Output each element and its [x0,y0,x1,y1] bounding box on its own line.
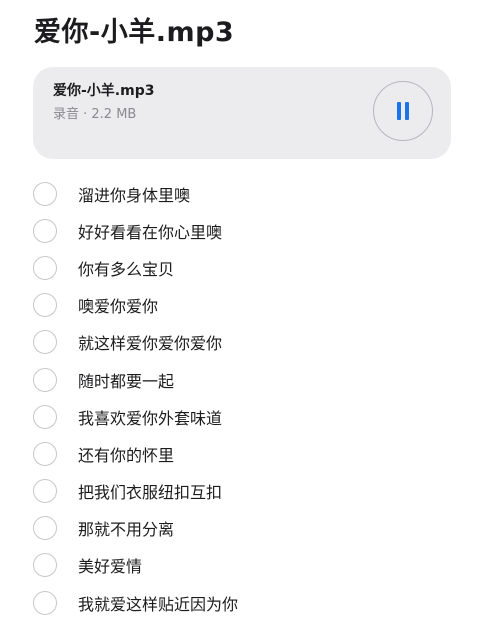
checklist-item: 还有你的怀里 [33,435,473,472]
checkbox[interactable] [33,293,57,318]
checklist-item-text[interactable]: 把我们衣服纽扣互扣 [78,479,222,503]
page-title: 爱你-小羊.mp3 [34,17,235,48]
pause-icon [397,102,409,120]
checklist-item-text[interactable]: 好好看看在你心里噢 [78,219,222,243]
checkbox[interactable] [33,553,57,578]
checklist-item: 就这样爱你爱你爱你 [33,324,473,361]
checklist-item: 我喜欢爱你外套味道 [33,398,473,435]
checklist-item: 随时都要一起 [33,361,473,398]
checkbox[interactable] [33,218,57,243]
checklist-item: 美好爱情 [33,547,473,584]
checklist-item-text[interactable]: 美好爱情 [78,553,142,577]
checklist-item: 你有多么宝贝 [33,249,473,286]
checklist-item-text[interactable]: 噢爱你爱你 [78,293,158,317]
checkbox[interactable] [33,590,57,615]
checklist-item-text[interactable]: 溜进你身体里噢 [78,182,190,206]
checkbox[interactable] [33,181,57,206]
checklist-item-text[interactable]: 我喜欢爱你外套味道 [78,405,222,429]
checkbox[interactable] [33,441,57,466]
checklist-item: 溜进你身体里噢 [33,175,473,212]
checklist-item: 把我们衣服纽扣互扣 [33,473,473,510]
checklist-item-text[interactable]: 随时都要一起 [78,368,174,392]
checklist-item: 那就不用分离 [33,510,473,547]
audio-attachment[interactable]: 爱你-小羊.mp3 录音 · 2.2 MB [33,67,451,159]
attachment-meta: 录音 · 2.2 MB [53,107,137,122]
checklist-item-text[interactable]: 就这样爱你爱你爱你 [78,330,222,354]
checkbox[interactable] [33,367,57,392]
checklist-item: 我就爱这样贴近因为你 [33,584,473,621]
checkbox[interactable] [33,255,57,280]
note-page: 爱你-小羊.mp3 爱你-小羊.mp3 录音 · 2.2 MB 溜进你身体里噢 … [0,0,500,640]
attachment-name: 爱你-小羊.mp3 [53,83,155,99]
checkbox[interactable] [33,479,57,504]
checklist-item: 好好看看在你心里噢 [33,212,473,249]
checkbox[interactable] [33,516,57,541]
checkbox[interactable] [33,404,57,429]
checkbox[interactable] [33,330,57,355]
checklist-item: 噢爱你爱你 [33,287,473,324]
checklist-item-text[interactable]: 还有你的怀里 [78,442,174,466]
checklist-item-text[interactable]: 我就爱这样贴近因为你 [78,591,238,615]
checklist: 溜进你身体里噢 好好看看在你心里噢 你有多么宝贝 噢爱你爱你 就这样爱你爱你爱你… [33,175,473,621]
checklist-item-text[interactable]: 那就不用分离 [78,516,174,540]
pause-button[interactable] [373,81,433,141]
checklist-item-text[interactable]: 你有多么宝贝 [78,256,174,280]
